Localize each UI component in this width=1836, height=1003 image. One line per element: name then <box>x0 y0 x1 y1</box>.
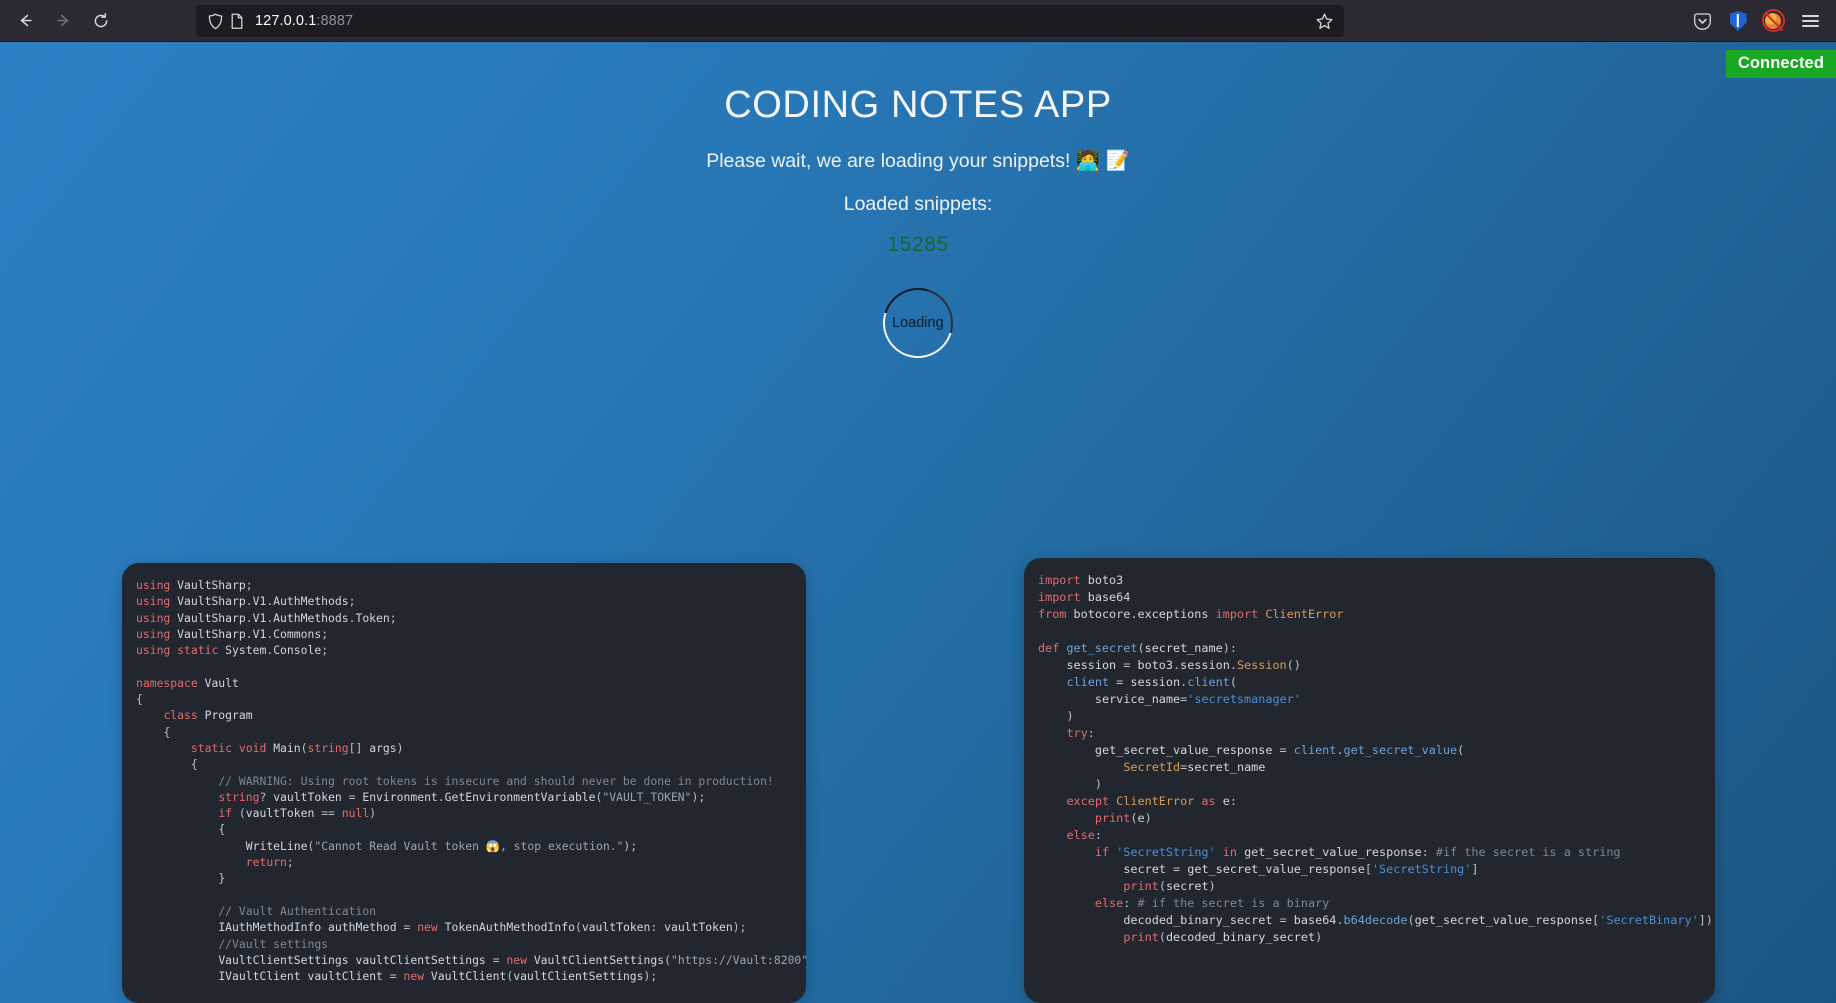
toolbar-extensions <box>1686 4 1826 38</box>
pocket-save-icon <box>1693 12 1711 30</box>
loading-spinner-area: Loading <box>0 275 1836 371</box>
snippet-card-python[interactable]: import boto3 import base64 from botocore… <box>1024 558 1715 1003</box>
back-button[interactable] <box>8 4 42 38</box>
page-title: CODING NOTES APP <box>724 84 1112 126</box>
reload-icon <box>94 12 108 27</box>
url-host: 127.0.0.1 <box>255 13 317 29</box>
bitwarden-shield-icon <box>1729 11 1747 31</box>
tracking-protection-shield-icon[interactable] <box>208 13 223 30</box>
browser-toolbar: 127.0.0.1:8887 <box>0 0 1836 42</box>
navigation-buttons <box>0 4 118 38</box>
url-bar[interactable]: 127.0.0.1:8887 <box>196 5 1344 37</box>
pocket-save-button[interactable] <box>1686 4 1718 38</box>
forward-button[interactable] <box>46 4 80 38</box>
loaded-snippets-label: Loaded snippets: <box>843 193 993 215</box>
app-menu-button[interactable] <box>1794 4 1826 38</box>
bookmark-button[interactable] <box>1315 12 1336 31</box>
content-blocker-icon <box>1762 9 1785 32</box>
reload-button[interactable] <box>84 4 118 38</box>
arrow-right-icon <box>56 14 68 27</box>
loading-subtitle: Please wait, we are loading your snippet… <box>706 150 1130 172</box>
loading-spinner-icon: Loading <box>870 275 966 371</box>
loaded-snippets-count: 15285 <box>887 233 949 256</box>
page-document-icon[interactable] <box>230 13 244 30</box>
spinner-label: Loading <box>892 315 944 332</box>
arrow-left-icon <box>20 14 32 27</box>
content-blocker-button[interactable] <box>1758 4 1790 38</box>
url-port: :8887 <box>316 13 354 29</box>
snippet-code-csharp: using VaultSharp; using VaultSharp.V1.Au… <box>136 578 806 1003</box>
star-icon <box>1316 13 1333 29</box>
snippet-code-python: import boto3 import base64 from botocore… <box>1038 573 1713 944</box>
url-text[interactable]: 127.0.0.1:8887 <box>255 13 1315 29</box>
bitwarden-button[interactable] <box>1722 4 1754 38</box>
urlbar-identity-icons <box>204 13 244 30</box>
page-viewport: Connected CODING NOTES APP Please wait, … <box>0 42 1836 1003</box>
snippet-card-csharp[interactable]: using VaultSharp; using VaultSharp.V1.Au… <box>122 563 806 1003</box>
status-badge: Connected <box>1725 50 1836 78</box>
hamburger-menu-icon <box>1801 14 1819 28</box>
